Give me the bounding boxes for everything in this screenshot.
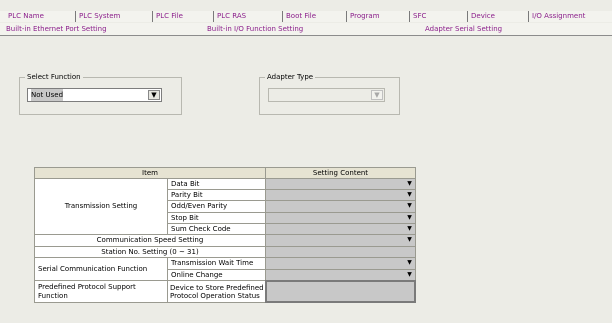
transmission-setting-label: Transmission Setting [34, 178, 168, 235]
chevron-down-icon[interactable]: ▼ [148, 90, 160, 100]
tab-boot-file[interactable]: Boot File [282, 11, 345, 22]
chevron-down-icon[interactable]: ▼ [405, 202, 414, 209]
chevron-down-icon[interactable]: ▼ [405, 259, 414, 266]
tab-adapter-serial-setting[interactable]: Adapter Serial Setting [425, 23, 502, 35]
select-function-value: Not Used [31, 89, 64, 101]
tab-plc-name[interactable]: PLC Name [0, 11, 71, 22]
device-store-protocol-status-label: Device to Store Predefined Protocol Oper… [167, 280, 266, 303]
chevron-down-icon[interactable]: ▼ [405, 180, 414, 187]
tab-plc-file[interactable]: PLC File [152, 11, 212, 22]
tab-bar-primary: PLC Name PLC System PLC File PLC RAS Boo… [0, 11, 612, 22]
tab-io-assignment[interactable]: I/O Assignment [528, 11, 612, 22]
select-function-group: Select Function Not Used ▼ [19, 73, 182, 115]
serial-settings-table: Item Setting Content Transmission Settin… [34, 167, 416, 320]
chevron-down-icon[interactable]: ▼ [405, 214, 414, 221]
tab-plc-system[interactable]: PLC System [75, 11, 151, 22]
serial-communication-label: Serial Communication Function [34, 257, 168, 281]
tab-sfc[interactable]: SFC [409, 11, 466, 22]
tab-builtin-ethernet-port-setting[interactable]: Built-in Ethernet Port Setting [6, 23, 107, 35]
chevron-down-icon[interactable]: ▼ [405, 225, 414, 232]
tab-builtin-io-function-setting[interactable]: Built-in I/O Function Setting [207, 23, 303, 35]
adapter-type-dropdown[interactable]: ▼ [268, 88, 385, 102]
tab-plc-ras[interactable]: PLC RAS [213, 11, 281, 22]
chevron-down-icon[interactable]: ▼ [405, 271, 414, 278]
chevron-down-icon[interactable]: ▼ [405, 236, 414, 243]
select-function-dropdown[interactable]: Not Used ▼ [27, 88, 162, 102]
select-function-label: Select Function [25, 73, 83, 82]
chevron-down-icon[interactable]: ▼ [405, 191, 414, 198]
tab-program[interactable]: Program [346, 11, 408, 22]
adapter-type-label: Adapter Type [265, 73, 316, 82]
tab-bar-secondary: Built-in Ethernet Port Setting Built-in … [0, 23, 612, 36]
device-store-protocol-status-input[interactable] [265, 280, 416, 303]
tab-device[interactable]: Device [467, 11, 527, 22]
predefined-protocol-label: Predefined Protocol Support Function [34, 280, 168, 303]
adapter-type-group: Adapter Type ▼ [259, 73, 400, 115]
chevron-down-icon[interactable]: ▼ [371, 90, 383, 100]
